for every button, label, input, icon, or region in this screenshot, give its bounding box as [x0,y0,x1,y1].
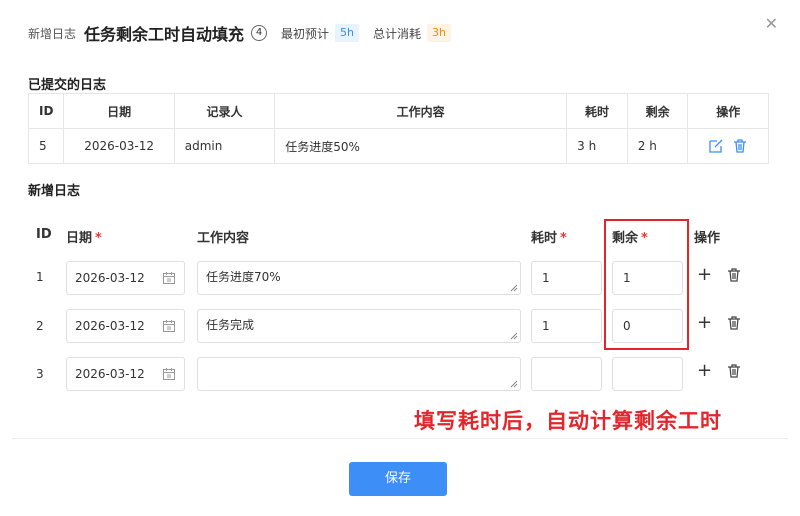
row-3-date-picker[interactable]: 2026-03-12 [66,357,185,391]
row-3-cost-input[interactable] [531,357,602,391]
row-1-content-textarea[interactable]: 任务进度70% [197,261,521,295]
col-left: 剩余 [626,93,689,129]
row-1-cost-input[interactable]: 1 [531,261,602,295]
cell-left: 2 h [626,128,689,164]
col-cost: 耗时 [566,93,628,129]
col-user: 记录人 [173,93,276,129]
consumed-label: 总计消耗 [373,26,422,41]
row-1-id: 1 [36,270,44,284]
row-1-date-picker[interactable]: 2026-03-12 [66,261,185,295]
cell-user: admin [173,128,276,164]
task-title: 任务剩余工时自动填充 [84,25,245,44]
delete-row-icon[interactable] [726,267,742,283]
dialog-prefix: 新增日志 [28,26,77,41]
consumed-tag: 3h [427,24,452,42]
delete-row-icon[interactable] [726,363,742,379]
new-col-id: ID [36,227,52,242]
edit-icon[interactable] [708,138,724,154]
resize-grip-icon [510,332,518,340]
delete-icon[interactable] [732,138,748,154]
required-mark: * [95,231,102,246]
close-icon[interactable]: ✕ [765,14,778,33]
row-2-content-value: 任务完成 [206,318,255,332]
new-col-content: 工作内容 [197,231,250,246]
new-col-cost-label: 耗时 [531,231,558,246]
row-1-date-value: 2026-03-12 [75,271,145,285]
resize-grip-icon [510,284,518,292]
delete-row-icon[interactable] [726,315,742,331]
highlight-box [604,219,689,350]
submitted-table: ID 日期 记录人 工作内容 耗时 剩余 操作 5 2026-03-12 adm… [27,93,769,164]
col-action: 操作 [687,93,769,129]
estimate-tag: 5h [335,24,360,42]
estimate-label: 最初预计 [281,26,330,41]
row-3-id: 3 [36,367,44,381]
cell-id: 5 [27,128,65,164]
row-2-date-picker[interactable]: 2026-03-12 [66,309,185,343]
footer-divider [12,438,788,439]
dialog-header: 新增日志 任务剩余工时自动填充 4 最初预计 5h 总计消耗 3h [28,22,452,44]
save-button[interactable]: 保存 [349,462,447,496]
resize-grip-icon [510,380,518,388]
row-3-left-input[interactable] [612,357,683,391]
submitted-header-row: ID 日期 记录人 工作内容 耗时 剩余 操作 [27,93,769,129]
new-col-cost: 耗时 * [531,227,567,246]
cell-date: 2026-03-12 [63,128,175,164]
submitted-section-title: 已提交的日志 [28,78,107,93]
row-1-content-value: 任务进度70% [206,270,281,284]
new-col-date-label: 日期 [66,231,93,246]
add-row-icon[interactable]: + [697,362,712,380]
col-date: 日期 [63,93,175,129]
calendar-icon [163,368,175,380]
new-col-date: 日期 * [66,227,102,246]
row-2-date-value: 2026-03-12 [75,319,145,333]
col-content: 工作内容 [274,93,568,129]
required-mark: * [560,231,567,246]
new-col-action: 操作 [694,231,721,246]
add-row-icon[interactable]: + [697,266,712,284]
calendar-icon [163,272,175,284]
row-2-id: 2 [36,319,44,333]
new-log-section-title: 新增日志 [28,184,81,199]
table-row: 5 2026-03-12 admin 任务进度50% 3 h 2 h [27,128,769,164]
dialog: 新增日志 任务剩余工时自动填充 4 最初预计 5h 总计消耗 3h ✕ 已提交的… [0,0,800,516]
row-3-content-textarea[interactable] [197,357,521,391]
row-2-content-textarea[interactable]: 任务完成 [197,309,521,343]
annotation-text: 填写耗时后，自动计算剩余工时 [414,409,722,433]
cell-cost: 3 h [566,128,628,164]
row-3-date-value: 2026-03-12 [75,367,145,381]
row-2-cost-input[interactable]: 1 [531,309,602,343]
cell-content: 任务进度50% [274,128,568,164]
cell-actions [687,128,769,164]
add-row-icon[interactable]: + [697,314,712,332]
task-count-badge: 4 [251,25,268,41]
calendar-icon [163,320,175,332]
col-id: ID [27,93,65,129]
